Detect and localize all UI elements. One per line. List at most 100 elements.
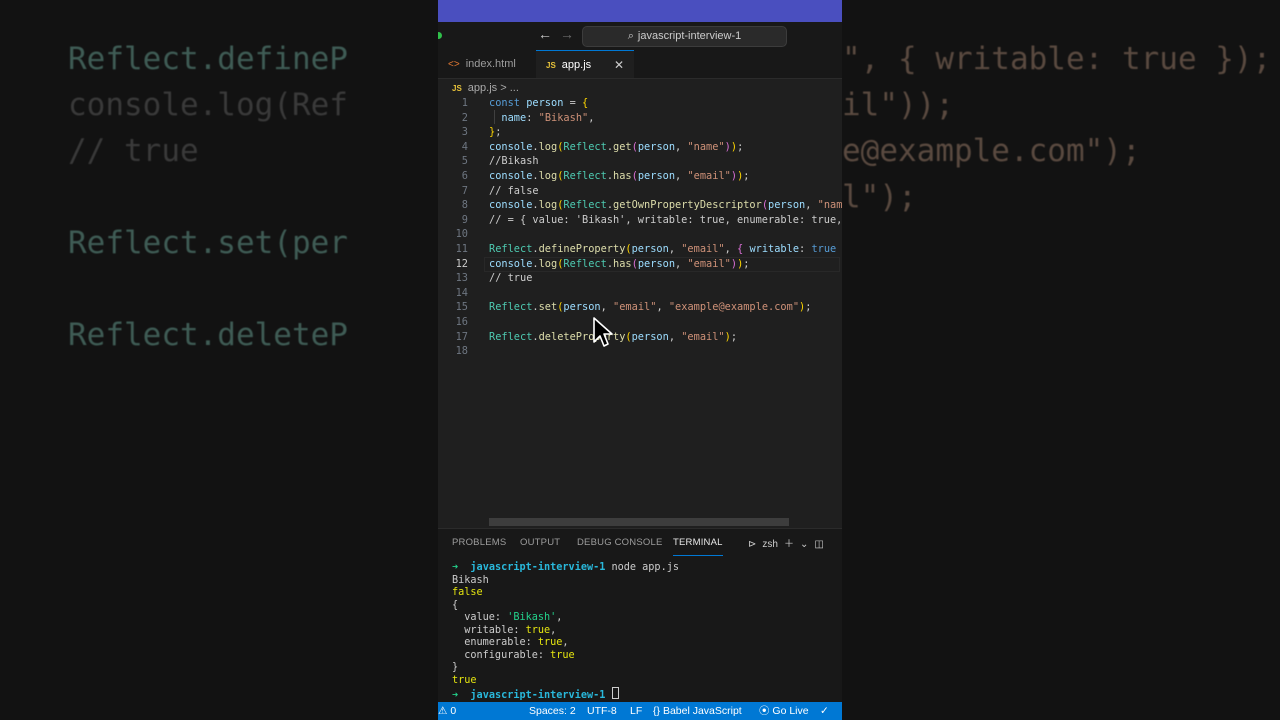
status-prettier[interactable]: ✓ Pr	[820, 702, 842, 720]
line-number: 10	[455, 228, 468, 241]
tab-label: app.js	[561, 59, 592, 71]
close-icon[interactable]: ✕	[614, 51, 624, 79]
background-right-zoom: ", { writable: true }); il")); e@example.c…	[842, 0, 1280, 720]
shell-label[interactable]: zsh	[762, 539, 778, 550]
line-number: 1	[461, 97, 468, 109]
breadcrumb-separator: >	[500, 82, 507, 94]
js-file-icon: JS	[546, 61, 556, 70]
html-file-icon: <>	[448, 59, 460, 70]
code-line: 15 Reflect.set(person, "email", "example@…	[438, 300, 842, 315]
terminal-output-line: writable: true,	[452, 624, 557, 636]
line-number: 3	[461, 126, 468, 139]
terminal-output-line: {	[452, 599, 459, 611]
background-code-right: ", { writable: true }); il")); e@example.c…	[842, 41, 1272, 215]
tab-label: index.html	[465, 58, 516, 70]
code-line: 1 const person = {	[438, 96, 842, 111]
code-line: 13 // true	[438, 271, 842, 286]
chevron-down-icon[interactable]: ⌄	[800, 539, 808, 550]
line-number: 7	[461, 184, 468, 197]
status-eol[interactable]: LF	[630, 702, 642, 720]
code-line: 3};	[438, 125, 842, 140]
check-icon: ✓	[820, 705, 829, 717]
code-line: 17 Reflect.deleteProperty(person, "email"…	[438, 330, 842, 345]
terminal-output[interactable]: ➜ javascript-interview-1 node app.js Bika…	[452, 562, 842, 703]
breadcrumb-file[interactable]: app.js	[468, 82, 497, 94]
editor-tab-bar: <> index.html JS app.js ✕	[438, 50, 842, 79]
status-indentation[interactable]: Spaces: 2	[529, 702, 576, 720]
line-content: name: "Bikash",	[501, 111, 595, 124]
terminal-prompt-line: ➜ javascript-interview-1 node app.js	[452, 562, 679, 573]
terminal-output-line: Bikash	[452, 574, 489, 586]
command-center-search[interactable]: ⌕ javascript-interview-1	[582, 26, 787, 47]
terminal-icon[interactable]: ⊳	[748, 539, 756, 550]
terminal-output-line: true	[452, 674, 477, 686]
terminal-output-line: }	[452, 662, 459, 673]
code-line: 2 name: "Bikash",	[438, 111, 842, 126]
background-code-left: 11Reflect.defineP12console.log(Ref13// t…	[68, 41, 348, 353]
terminal-toolbar: ⊳ zsh ＋ ⌄ ◫	[748, 535, 830, 550]
tab-debug-console[interactable]: DEBUG CONSOLE	[577, 535, 662, 555]
horizontal-scrollbar[interactable]	[489, 518, 789, 526]
terminal-output-line: enumerable: true,	[452, 637, 569, 648]
line-content: //Bikash	[489, 155, 539, 168]
line-number: 16	[455, 316, 468, 328]
add-terminal-icon[interactable]: ＋	[784, 539, 794, 550]
code-line: 4 console.log(Reflect.get(person, "name")…	[438, 140, 842, 155]
vscode-window: ← → ⌕ javascript-interview-1 <> index.html…	[438, 0, 842, 720]
split-panel-icon[interactable]: ◫	[814, 539, 823, 550]
line-content: Reflect.defineProperty(person, "email", …	[489, 243, 837, 255]
terminal-prompt-line: ➜ javascript-interview-1	[452, 687, 842, 703]
bottom-panel: PROBLEMS OUTPUT DEBUG CONSOLE TERMINAL ⊳…	[438, 528, 842, 703]
code-line: 10	[438, 227, 842, 242]
terminal-output-line: configurable: true	[452, 649, 575, 661]
arrow-right-icon[interactable]: →	[560, 26, 574, 42]
code-editor[interactable]: 1 const person = { 2 name: "Bikash", 3}; …	[438, 96, 842, 526]
breadcrumb: JS app.js > ...	[452, 80, 519, 96]
status-encoding[interactable]: UTF-8	[587, 702, 617, 720]
line-content: console.log(Reflect.get(person, "name"))…	[489, 140, 744, 153]
line-number: 15	[455, 301, 468, 314]
breadcrumb-rest[interactable]: ...	[510, 82, 519, 94]
line-content: console.log(Reflect.has(person, "email")…	[489, 170, 750, 182]
line-number: 17	[455, 330, 468, 343]
tab-problems[interactable]: PROBLEMS	[452, 535, 506, 555]
search-icon: ⌕	[627, 30, 634, 42]
code-line-active: 12 console.log(Reflect.has(person, "email…	[438, 256, 842, 272]
line-number: 14	[455, 286, 468, 299]
line-content: // = { value: 'Bikash', writable: true, …	[489, 213, 842, 226]
status-language[interactable]: {} Babel JavaScript	[653, 702, 742, 720]
line-content: const person = {	[489, 97, 589, 109]
line-content: Reflect.set(person, "email", "example@ex…	[489, 301, 812, 314]
line-content: // false	[489, 184, 539, 197]
code-line: 5 //Bikash	[438, 154, 842, 169]
terminal-cursor	[611, 687, 619, 699]
arrow-left-icon[interactable]: ←	[538, 26, 552, 42]
terminal-output-line: value: 'Bikash',	[452, 612, 563, 623]
line-number: 13	[455, 272, 468, 285]
command-center-label: javascript-interview-1	[637, 30, 742, 42]
line-number: 8	[461, 199, 468, 212]
line-number: 11	[455, 243, 468, 255]
background-left-zoom: 11Reflect.defineP12console.log(Ref13// t…	[0, 0, 438, 720]
line-content: // true	[489, 272, 533, 285]
line-content: console.log(Reflect.has(person, "email")…	[489, 257, 750, 270]
line-number: 9	[461, 213, 468, 226]
status-golive[interactable]: ⦿ Go Live	[759, 702, 809, 720]
line-number: 4	[461, 140, 468, 153]
line-content: console.log(Reflect.getOwnPropertyDescri…	[489, 199, 842, 212]
code-line: 18	[438, 344, 842, 359]
line-number: 6	[461, 170, 468, 182]
top-color-bar	[438, 0, 842, 22]
braces-icon: {}	[653, 705, 661, 717]
tab-app-js[interactable]: JS app.js ✕	[536, 50, 634, 78]
line-number: 5	[461, 155, 468, 168]
tab-index-html[interactable]: <> index.html	[438, 50, 536, 78]
line-number: 2	[461, 111, 468, 124]
window-control-dot[interactable]	[438, 32, 442, 39]
js-file-icon: JS	[452, 84, 462, 93]
status-errors[interactable]: ⚠ 0	[438, 702, 456, 720]
title-bar: ← → ⌕ javascript-interview-1	[438, 22, 842, 50]
tab-terminal[interactable]: TERMINAL	[673, 535, 723, 556]
tab-output[interactable]: OUTPUT	[520, 535, 560, 555]
code-line: 7 // false	[438, 184, 842, 199]
